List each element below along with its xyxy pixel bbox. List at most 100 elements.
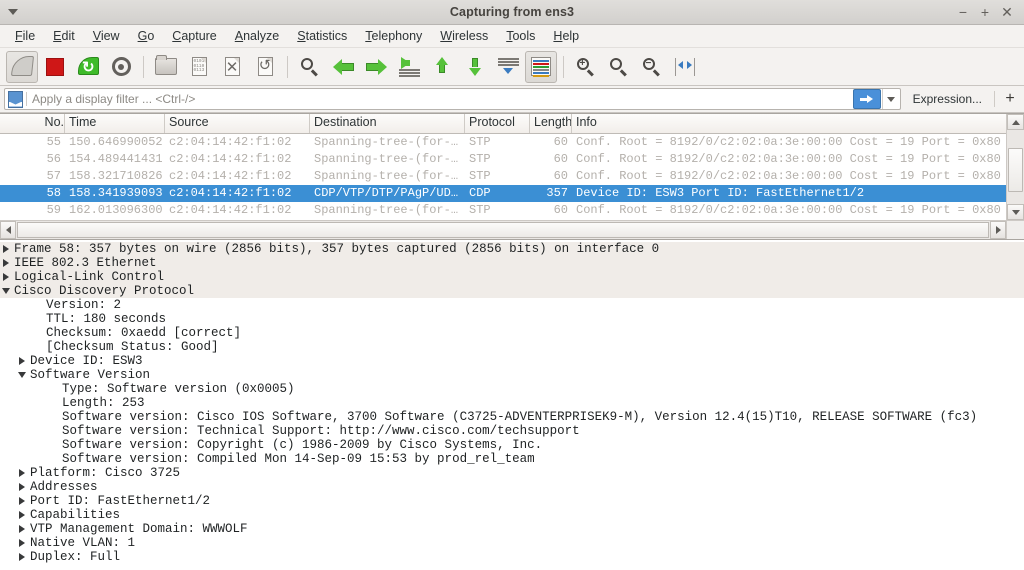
detail-tree-row[interactable]: Checksum: 0xaedd [correct]: [0, 326, 1024, 340]
menu-view[interactable]: View: [84, 27, 129, 45]
collapse-triangle-icon[interactable]: [16, 372, 27, 378]
minimize-button[interactable]: −: [952, 1, 974, 23]
scroll-left-button[interactable]: [0, 221, 16, 239]
scroll-down-button[interactable]: [1007, 204, 1024, 220]
restart-capture-button[interactable]: [72, 51, 104, 83]
packet-list-horizontal-scrollbar[interactable]: [0, 220, 1024, 239]
reload-file-button[interactable]: [249, 51, 281, 83]
vertical-scroll-thumb[interactable]: [1008, 148, 1023, 192]
close-button[interactable]: ✕: [996, 1, 1018, 23]
column-header-source[interactable]: Source: [165, 114, 310, 133]
detail-tree-row[interactable]: Software Version: [0, 368, 1024, 382]
detail-tree-row[interactable]: Version: 2: [0, 298, 1024, 312]
auto-scroll-button[interactable]: [492, 51, 524, 83]
go-back-button[interactable]: [327, 51, 359, 83]
column-header-protocol[interactable]: Protocol: [465, 114, 530, 133]
bookmark-icon[interactable]: [8, 90, 23, 108]
expand-triangle-icon[interactable]: [16, 483, 27, 491]
horizontal-scroll-thumb[interactable]: [17, 222, 989, 238]
column-header-info[interactable]: Info: [572, 114, 1006, 133]
go-to-first-button[interactable]: [426, 51, 458, 83]
menu-statistics[interactable]: Statistics: [288, 27, 356, 45]
detail-tree-row[interactable]: [Checksum Status: Good]: [0, 340, 1024, 354]
collapse-triangle-icon[interactable]: [0, 288, 11, 294]
expand-triangle-icon[interactable]: [16, 553, 27, 561]
detail-tree-row[interactable]: Software version: Copyright (c) 1986-200…: [0, 438, 1024, 452]
packet-row[interactable]: 59 162.013096300 c2:04:14:42:f1:02 Spanning…: [0, 202, 1006, 219]
apply-filter-button[interactable]: [852, 89, 881, 109]
detail-tree-row[interactable]: Port ID: FastEthernet1/2: [0, 494, 1024, 508]
detail-tree-row[interactable]: Type: Software version (0x0005): [0, 382, 1024, 396]
menu-edit[interactable]: Edit: [44, 27, 84, 45]
expand-triangle-icon[interactable]: [16, 469, 27, 477]
menu-wireless[interactable]: Wireless: [431, 27, 497, 45]
zoom-reset-button[interactable]: −: [636, 51, 668, 83]
packet-list-vertical-scrollbar[interactable]: [1006, 114, 1024, 220]
colorize-button[interactable]: [525, 50, 557, 83]
detail-tree-row[interactable]: IEEE 802.3 Ethernet: [0, 256, 1024, 270]
column-header-destination[interactable]: Destination: [310, 114, 465, 133]
packet-details-pane[interactable]: Frame 58: 357 bytes on wire (2856 bits),…: [0, 240, 1024, 570]
packet-row[interactable]: 55 150.646990052 c2:04:14:42:f1:02 Spanning…: [0, 134, 1006, 151]
expand-triangle-icon[interactable]: [0, 259, 11, 267]
add-filter-button[interactable]: +: [1000, 89, 1020, 109]
scroll-up-button[interactable]: [1007, 114, 1024, 130]
start-capture-button[interactable]: [6, 50, 38, 83]
packet-row[interactable]: 57 158.321710826 c2:04:14:42:f1:02 Spanning…: [0, 168, 1006, 185]
expand-triangle-icon[interactable]: [0, 245, 11, 253]
detail-tree-row[interactable]: Length: 253: [0, 396, 1024, 410]
go-to-packet-button[interactable]: [393, 51, 425, 83]
detail-tree-row[interactable]: VTP Management Domain: WWWOLF: [0, 522, 1024, 536]
expand-triangle-icon[interactable]: [16, 497, 27, 505]
maximize-button[interactable]: +: [974, 1, 996, 23]
detail-tree-row[interactable]: Frame 58: 357 bytes on wire (2856 bits),…: [0, 242, 1024, 256]
go-to-last-button[interactable]: [459, 51, 491, 83]
expand-triangle-icon[interactable]: [16, 511, 27, 519]
expand-triangle-icon[interactable]: [0, 273, 11, 281]
detail-tree-row[interactable]: TTL: 180 seconds: [0, 312, 1024, 326]
menu-go[interactable]: Go: [129, 27, 164, 45]
detail-tree-row[interactable]: Device ID: ESW3: [0, 354, 1024, 368]
detail-tree-row[interactable]: Software version: Technical Support: htt…: [0, 424, 1024, 438]
zoom-out-button[interactable]: [603, 51, 635, 83]
window-menu-button[interactable]: [0, 0, 26, 24]
detail-tree-row[interactable]: Duplex: Full: [0, 550, 1024, 564]
resize-columns-button[interactable]: [669, 51, 701, 83]
packet-row[interactable]: 58 158.341939093 c2:04:14:42:f1:02 CDP/VTP/…: [0, 185, 1006, 202]
detail-tree-row[interactable]: Capabilities: [0, 508, 1024, 522]
detail-tree-row[interactable]: Platform: Cisco 3725: [0, 466, 1024, 480]
detail-tree-row[interactable]: Software version: Cisco IOS Software, 37…: [0, 410, 1024, 424]
packet-row[interactable]: 56 154.489441431 c2:04:14:42:f1:02 Spanning…: [0, 151, 1006, 168]
detail-tree-row[interactable]: Software version: Compiled Mon 14-Sep-09…: [0, 452, 1024, 466]
expand-triangle-icon[interactable]: [16, 539, 27, 547]
open-file-button[interactable]: [150, 51, 182, 83]
expand-triangle-icon[interactable]: [16, 525, 27, 533]
column-header-time[interactable]: Time: [65, 114, 165, 133]
detail-tree-row[interactable]: Cisco Discovery Protocol: [0, 284, 1024, 298]
expand-triangle-icon[interactable]: [16, 357, 27, 365]
filter-history-dropdown[interactable]: [881, 89, 899, 109]
display-filter-input[interactable]: Apply a display filter ... <Ctrl-/>: [4, 88, 901, 110]
detail-tree-row[interactable]: Addresses: [0, 480, 1024, 494]
scroll-right-button[interactable]: [990, 221, 1006, 239]
zoom-in-button[interactable]: +: [570, 51, 602, 83]
filter-expression-button[interactable]: Expression...: [906, 89, 989, 109]
menu-tools[interactable]: Tools: [497, 27, 544, 45]
stop-capture-button[interactable]: [39, 51, 71, 83]
close-file-button[interactable]: [216, 51, 248, 83]
capture-options-button[interactable]: [105, 51, 137, 83]
menu-file[interactable]: File: [6, 27, 44, 45]
detail-tree-row[interactable]: Native VLAN: 1: [0, 536, 1024, 550]
menu-analyze[interactable]: Analyze: [226, 27, 288, 45]
save-file-button[interactable]: 0101 0110 0113: [183, 51, 215, 83]
menu-help[interactable]: Help: [544, 27, 588, 45]
menu-capture[interactable]: Capture: [163, 27, 225, 45]
horizontal-scroll-track[interactable]: [16, 221, 990, 239]
detail-tree-row[interactable]: Logical-Link Control: [0, 270, 1024, 284]
find-packet-button[interactable]: [294, 51, 326, 83]
go-forward-button[interactable]: [360, 51, 392, 83]
menu-telephony[interactable]: Telephony: [356, 27, 431, 45]
vertical-scroll-track[interactable]: [1007, 130, 1024, 204]
column-header-no[interactable]: No.: [0, 114, 65, 133]
column-header-length[interactable]: Length: [530, 114, 572, 133]
